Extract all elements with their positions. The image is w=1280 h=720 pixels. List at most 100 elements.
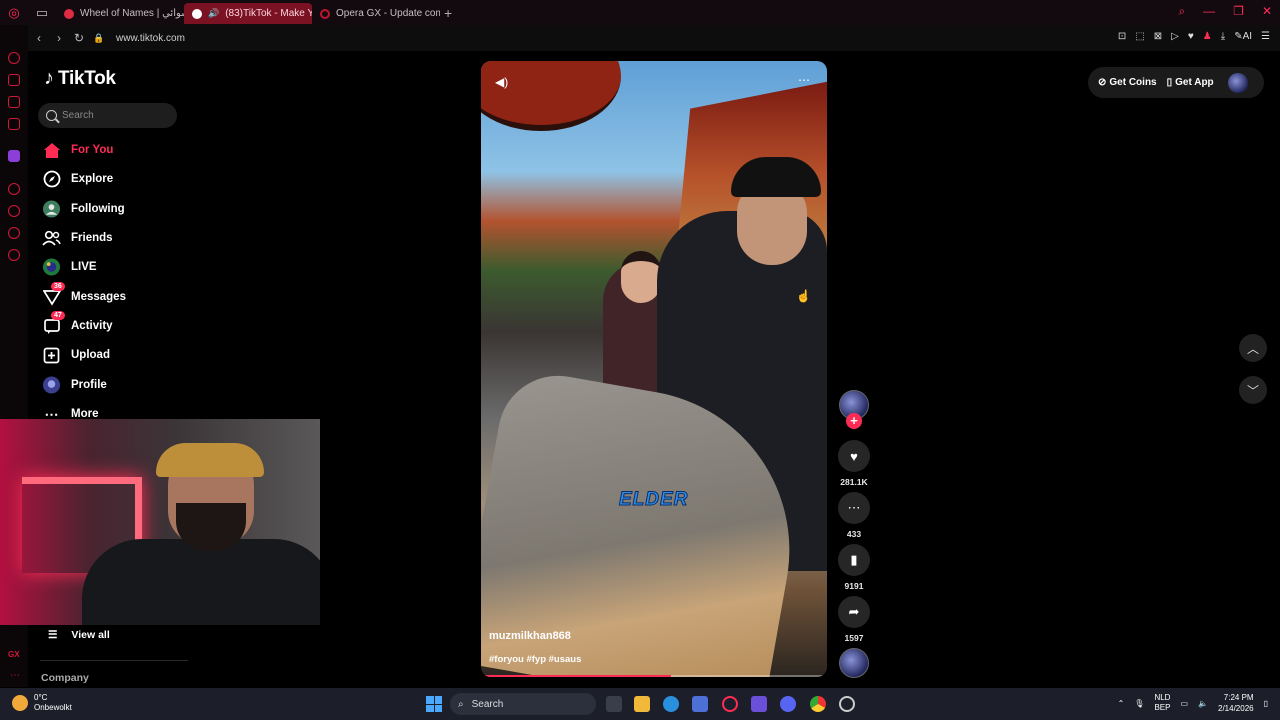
maximize-button[interactable]: ❐ — [1233, 4, 1244, 19]
like-button[interactable]: ♥ 281.1K — [838, 440, 870, 487]
video-player[interactable]: ◀) ⋯ ELDER muzmilkhan868 #foryou #fyp #u… — [481, 61, 827, 677]
back-button[interactable]: ‹ — [30, 31, 48, 45]
windows-taskbar: 0°C Onbewolkt ⌕ Search ⌃ 🎙 NLD BEP ▭ 🔈 7… — [0, 688, 1280, 720]
next-video-button[interactable]: ﹀ — [1239, 376, 1267, 404]
get-app-button[interactable]: ▯ Get App — [1167, 77, 1214, 88]
minimize-button[interactable]: — — [1203, 4, 1215, 19]
music-disc-icon — [839, 648, 869, 678]
tiktok-logo[interactable]: ♪ TikTok — [44, 67, 116, 90]
user-avatar[interactable] — [1227, 72, 1248, 93]
microphone-icon[interactable]: 🎙 — [1134, 699, 1144, 708]
nav-following[interactable]: Following — [42, 198, 125, 220]
system-tray: ⌃ 🎙 NLD BEP ▭ 🔈 7:24 PM 2/14/2026 ▯ — [1118, 692, 1268, 714]
search-box[interactable] — [38, 103, 177, 128]
reload-button[interactable]: ↻ — [70, 31, 88, 45]
nav-explore[interactable]: Explore — [42, 168, 113, 190]
save-button[interactable]: ▮ 9191 — [838, 544, 870, 591]
taskbar-search[interactable]: ⌕ Search — [450, 693, 596, 715]
new-tab-button[interactable]: + — [444, 5, 452, 21]
messenger-icon[interactable] — [8, 118, 20, 130]
player-icon[interactable]: ▷ — [1171, 31, 1179, 42]
video-username[interactable]: muzmilkhan868 — [489, 630, 571, 642]
gx-corner-icon[interactable] — [8, 96, 20, 108]
weather-widget[interactable]: 0°C Onbewolkt — [12, 693, 72, 713]
adblock-icon[interactable]: ⊠ — [1154, 31, 1162, 42]
nav-profile[interactable]: Profile — [42, 374, 107, 396]
nav-label: Profile — [71, 379, 107, 391]
video-hashtags[interactable]: #foryou #fyp #usaus — [489, 654, 581, 665]
tiktok-favicon-icon — [192, 8, 202, 19]
steam-icon[interactable] — [839, 696, 855, 712]
nav-label: Activity — [71, 320, 113, 332]
task-view-icon[interactable] — [606, 696, 622, 712]
menu-icon[interactable]: ☰ — [1261, 31, 1270, 42]
comment-button[interactable]: ⋯ 433 — [838, 492, 870, 539]
account-icon[interactable]: ♟ — [1203, 31, 1212, 42]
nav-upload[interactable]: Upload — [42, 344, 110, 366]
comment-icon: ⋯ — [838, 492, 870, 524]
discord-icon[interactable] — [780, 696, 796, 712]
more-icon[interactable]: ⋯ — [10, 670, 20, 681]
tab-workspaces-icon[interactable]: ▭ — [28, 0, 56, 25]
nav-activity[interactable]: 47 Activity — [42, 310, 113, 337]
follow-plus-icon[interactable]: + — [846, 413, 862, 429]
nav-live[interactable]: LIVE — [42, 256, 97, 278]
gx-icon[interactable]: GX — [8, 650, 20, 659]
taskbar-search-label: Search — [471, 698, 504, 710]
monitor-icon[interactable]: ▭ — [1180, 699, 1188, 708]
umbrella-shape — [481, 61, 621, 131]
gx-control-icon[interactable] — [8, 52, 20, 64]
heart-icon[interactable]: ♥ — [1188, 31, 1194, 42]
settings-icon[interactable] — [8, 249, 20, 261]
nav-messages[interactable]: 36 Messages — [42, 281, 126, 308]
whatsapp-icon[interactable] — [8, 227, 20, 239]
view-all-link[interactable]: ☰ View all — [48, 629, 110, 641]
search-input[interactable] — [62, 110, 162, 121]
store-icon[interactable] — [692, 696, 708, 712]
opera-gx-taskbar-icon[interactable] — [722, 696, 738, 712]
speaker-icon[interactable]: 🔊 — [208, 8, 219, 19]
tab-wheel-of-names[interactable]: Wheel of Names | العشوائي — [56, 3, 184, 24]
bookmark-icon[interactable]: ⊡ — [1118, 31, 1126, 42]
volume-icon[interactable]: 🔈 — [1198, 699, 1208, 708]
file-explorer-icon[interactable] — [634, 696, 650, 712]
language-indicator[interactable]: NLD BEP — [1154, 693, 1170, 713]
tab-opera-gx-update[interactable]: Opera GX - Update compl — [312, 3, 440, 24]
tab-tiktok[interactable]: 🔊 (83)TikTok - Make Your — [184, 3, 312, 24]
nav-friends[interactable]: Friends — [42, 227, 113, 249]
chrome-icon[interactable] — [810, 696, 826, 712]
notifications-icon[interactable]: ▯ — [1264, 699, 1268, 708]
twitch-icon[interactable] — [8, 150, 20, 162]
search-tabs-icon[interactable]: ⌕ — [1178, 4, 1185, 19]
app-icon[interactable] — [751, 696, 767, 712]
aria-ai-button[interactable]: ✎AI — [1234, 31, 1252, 42]
opera-gx-logo-icon[interactable]: ◎ — [0, 0, 28, 25]
forward-button[interactable]: › — [50, 31, 68, 45]
gx-cleaner-icon[interactable] — [8, 74, 20, 86]
snapshot-icon[interactable]: ⬚ — [1135, 31, 1144, 42]
nav-label: Upload — [71, 349, 110, 361]
home-icon — [42, 141, 61, 160]
music-disc-button[interactable] — [838, 648, 870, 678]
edge-icon[interactable] — [663, 696, 679, 712]
date: 2/14/2026 — [1218, 704, 1254, 713]
creator-avatar-button[interactable]: + — [838, 390, 870, 429]
close-button[interactable]: ✕ — [1262, 4, 1272, 19]
clock[interactable]: 7:24 PM 2/14/2026 — [1218, 692, 1254, 714]
get-coins-label: Get Coins — [1109, 77, 1157, 88]
history-icon[interactable] — [8, 205, 20, 217]
video-progress-bar[interactable] — [481, 675, 827, 677]
nav-for-you[interactable]: For You — [42, 139, 113, 161]
url-field[interactable]: www.tiktok.com — [116, 33, 185, 44]
windows-start-icon[interactable] — [426, 696, 442, 712]
company-link[interactable]: Company — [41, 672, 89, 684]
volume-icon[interactable]: ◀) — [495, 75, 508, 89]
video-more-icon[interactable]: ⋯ — [798, 73, 811, 87]
player-sidebar-icon[interactable] — [8, 183, 20, 195]
previous-video-button[interactable]: ︿ — [1239, 334, 1267, 362]
download-icon[interactable]: ⤓ — [1221, 31, 1225, 42]
chevron-up-icon[interactable]: ⌃ — [1118, 699, 1125, 708]
streamer-beard — [176, 503, 246, 551]
get-coins-button[interactable]: ⊘ Get Coins — [1098, 77, 1157, 88]
share-button[interactable]: ➦ 1597 — [838, 596, 870, 643]
